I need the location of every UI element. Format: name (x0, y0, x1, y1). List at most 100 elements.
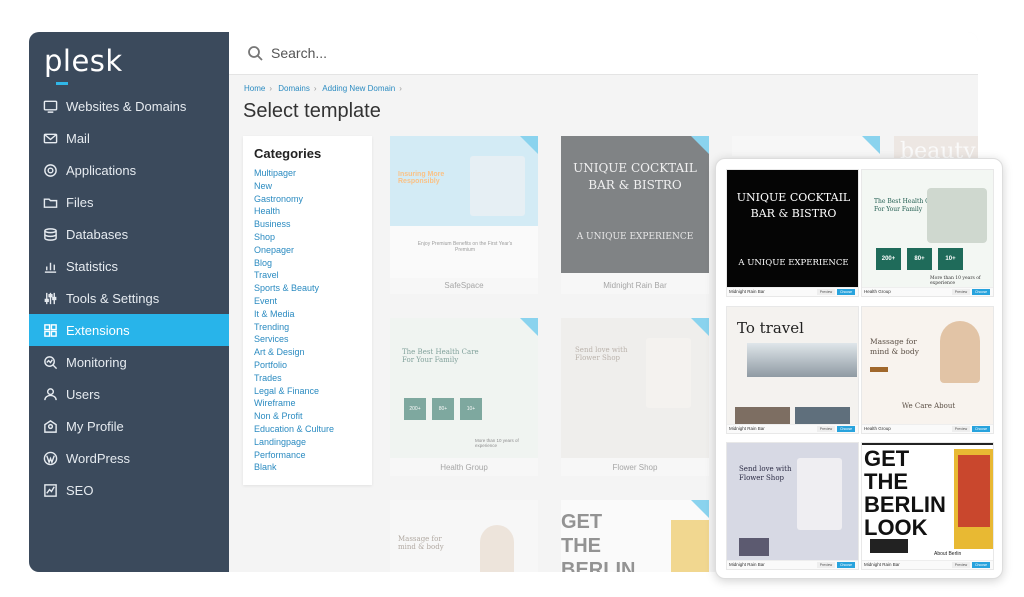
tablet-midnight-headline: UNIQUE COCKTAIL BAR & BISTRO (736, 191, 851, 220)
sidebar-item-label: Statistics (66, 258, 119, 274)
tablet-berlin-headline: GET THE BERLIN LOOK (864, 446, 946, 540)
category-link[interactable]: Health (254, 205, 361, 218)
template-card-safespace[interactable]: Insuring More Responsibly Enjoy Premium … (390, 136, 538, 294)
preview-button[interactable]: Preview (817, 562, 835, 568)
category-link[interactable]: Onepager (254, 244, 361, 257)
category-link[interactable]: Blog (254, 257, 361, 270)
tablet-card-midnight[interactable]: UNIQUE COCKTAIL BAR & BISTRO A UNIQUE EX… (726, 169, 859, 297)
sidebar-item-my-profile[interactable]: My Profile (29, 410, 229, 442)
category-link[interactable]: Wireframe (254, 397, 361, 410)
sidebar-item-label: Extensions (66, 322, 130, 338)
choose-button[interactable]: Choose (972, 426, 990, 432)
preview-button[interactable]: Preview (817, 426, 835, 432)
choose-button[interactable]: Choose (837, 562, 855, 568)
sidebar-item-applications[interactable]: Applications (29, 154, 229, 186)
template-card-massage[interactable]: Massage for mind & body (390, 500, 538, 572)
choose-button[interactable]: Choose (837, 426, 855, 432)
category-link[interactable]: Services (254, 333, 361, 346)
category-link[interactable]: Portfolio (254, 359, 361, 372)
choose-button[interactable]: Choose (837, 289, 855, 295)
category-link[interactable]: It & Media (254, 308, 361, 321)
tablet-card-flower[interactable]: Send love with Flower Shop Midnight Rain… (726, 442, 859, 570)
category-link[interactable]: New (254, 180, 361, 193)
midnight-headline: UNIQUE COCKTAIL BAR & BISTRO (573, 161, 697, 192)
category-link[interactable]: Blank (254, 461, 361, 474)
breadcrumb-domains[interactable]: Domains (278, 84, 310, 93)
sidebar-item-websites-domains[interactable]: Websites & Domains (29, 90, 229, 122)
tablet-card-travel[interactable]: To travel Midnight Rain Bar Preview Choo… (726, 306, 859, 434)
sidebar-item-label: My Profile (66, 418, 124, 434)
tablet-card-name: Midnight Rain Bar (864, 562, 900, 567)
category-link[interactable]: Gastronomy (254, 193, 361, 206)
category-link[interactable]: Landingpage (254, 436, 361, 449)
preview-button[interactable]: Preview (952, 562, 970, 568)
choose-button[interactable]: Choose (972, 562, 990, 568)
breadcrumb-home[interactable]: Home (244, 84, 265, 93)
berlin-headline: GET THE BERLIN (561, 511, 636, 572)
category-link[interactable]: Shop (254, 231, 361, 244)
bar-chart-icon (42, 258, 58, 274)
gear-icon (42, 162, 58, 178)
sidebar-item-label: Mail (66, 130, 90, 146)
sidebar-item-label: Websites & Domains (66, 98, 187, 114)
category-link[interactable]: Art & Design (254, 346, 361, 359)
massage-headline: Massage for mind & body (398, 535, 444, 551)
template-card-flower[interactable]: Send love with Flower Shop Flower Shop (561, 318, 709, 476)
tablet-health-stat: 200+ (876, 248, 901, 270)
safespace-headline: Insuring More Responsibly (398, 171, 445, 185)
category-link[interactable]: Travel (254, 269, 361, 282)
category-link[interactable]: Multipager (254, 167, 361, 180)
category-link[interactable]: Non & Profit (254, 410, 361, 423)
sidebar-item-statistics[interactable]: Statistics (29, 250, 229, 282)
category-link[interactable]: Education & Culture (254, 423, 361, 436)
folder-icon (42, 194, 58, 210)
category-link[interactable]: Business (254, 218, 361, 231)
search-input[interactable]: Search... (271, 45, 327, 61)
tablet-card-massage[interactable]: Massage for mind & body We Care About He… (861, 306, 994, 434)
sidebar-item-label: Databases (66, 226, 129, 242)
category-link[interactable]: Trades (254, 372, 361, 385)
template-thumbnail: UNIQUE COCKTAIL BAR & BISTRO A UNIQUE EX… (561, 136, 709, 273)
sidebar-item-files[interactable]: Files (29, 186, 229, 218)
sidebar-item-users[interactable]: Users (29, 378, 229, 410)
category-link[interactable]: Performance (254, 449, 361, 462)
puzzle-icon (42, 322, 58, 338)
tablet-travel-headline: To travel (737, 319, 804, 337)
template-thumbnail: Insuring More Responsibly Enjoy Premium … (390, 136, 538, 278)
category-link[interactable]: Event (254, 295, 361, 308)
template-card-health[interactable]: The Best Health Care For Your Family 200… (390, 318, 538, 476)
sidebar-item-extensions[interactable]: Extensions (29, 314, 229, 346)
sidebar-item-label: Monitoring (66, 354, 127, 370)
template-card-midnight[interactable]: UNIQUE COCKTAIL BAR & BISTRO A UNIQUE EX… (561, 136, 709, 294)
sidebar-item-databases[interactable]: Databases (29, 218, 229, 250)
mail-icon (42, 130, 58, 146)
sidebar-item-mail[interactable]: Mail (29, 122, 229, 154)
search-bar[interactable]: Search... (229, 32, 978, 75)
tablet-flower-headline: Send love with Flower Shop (739, 465, 792, 482)
preview-button[interactable]: Preview (952, 426, 970, 432)
sidebar-item-label: Applications (66, 162, 137, 178)
sidebar-item-seo[interactable]: SEO (29, 474, 229, 506)
category-link[interactable]: Legal & Finance (254, 385, 361, 398)
sidebar-item-wordpress[interactable]: WordPress (29, 442, 229, 474)
template-card-partial[interactable] (732, 136, 880, 156)
category-link[interactable]: Trending (254, 321, 361, 334)
tablet-card-name: Midnight Rain Bar (729, 289, 765, 294)
tablet-card-health[interactable]: The Best Health Care For Your Family 200… (861, 169, 994, 297)
breadcrumb-adding-domain[interactable]: Adding New Domain (322, 84, 395, 93)
sidebar-item-label: SEO (66, 482, 94, 498)
monitor-icon (42, 98, 58, 114)
category-link[interactable]: Sports & Beauty (254, 282, 361, 295)
template-card-berlin[interactable]: GET THE BERLIN (561, 500, 709, 572)
sidebar-item-monitoring[interactable]: Monitoring (29, 346, 229, 378)
preview-button[interactable]: Preview (817, 289, 835, 295)
preview-button[interactable]: Preview (952, 289, 970, 295)
sidebar-item-tools-settings[interactable]: Tools & Settings (29, 282, 229, 314)
health-note: More than 10 years of experience (475, 438, 519, 448)
plesk-logo[interactable]: plesk (44, 44, 123, 85)
template-name: SafeSpace (444, 281, 484, 290)
choose-button[interactable]: Choose (972, 289, 990, 295)
template-name: Midnight Rain Bar (603, 281, 667, 290)
wordpress-icon (42, 450, 58, 466)
tablet-card-berlin[interactable]: GET THE BERLIN LOOK About Berlin Midnigh… (861, 442, 994, 570)
